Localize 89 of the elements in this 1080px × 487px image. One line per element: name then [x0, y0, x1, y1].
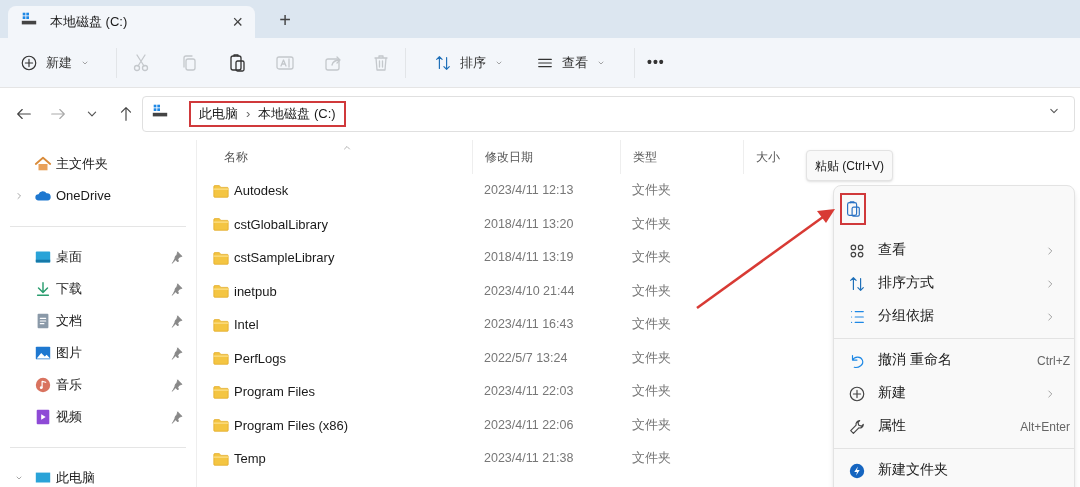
folder-icon [212, 349, 230, 368]
menu-item[interactable]: 排序方式 [834, 267, 1074, 300]
date-cell-text: 2023/4/11 12:13 [483, 182, 575, 200]
menu-label: 排序方式 [878, 274, 935, 293]
type-cell-text: 文件夹 [631, 349, 672, 367]
type-cell-text: 文件夹 [631, 450, 672, 468]
type-cell-text: 文件夹 [631, 383, 672, 401]
tooltip: 粘贴 (Ctrl+V) [806, 150, 893, 181]
date-cell-text: 2023/4/11 22:03 [483, 383, 575, 401]
date-cell-text: 2023/4/11 21:38 [483, 450, 575, 468]
menu-label: 撤消 重命名 [878, 351, 953, 370]
sidebar-item[interactable]: 主文件夹 [56, 154, 184, 174]
new-button[interactable]: 新建 [12, 45, 98, 80]
type-cell-text: 文件夹 [631, 316, 672, 334]
file-name[interactable]: Program Files (x86) [234, 415, 349, 435]
menu-label: 查看 [878, 241, 907, 260]
column-header[interactable]: 大小 [756, 148, 780, 166]
music-icon [34, 376, 52, 394]
menu-item[interactable]: 分组依据 [834, 300, 1074, 333]
paste-button[interactable] [840, 193, 866, 225]
new-tab-button[interactable]: + [271, 6, 299, 34]
file-name[interactable]: cstGlobalLibrary [234, 214, 328, 234]
download-icon [34, 280, 52, 298]
sidebar-item[interactable]: 下载 [56, 279, 170, 299]
sidebar-item[interactable]: 桌面 [56, 247, 170, 267]
sidebar-item[interactable]: 此电脑 [56, 468, 184, 487]
menu-label: 新建文件夹 [878, 461, 949, 480]
sort-button[interactable]: 排序 [426, 45, 512, 80]
breadcrumb[interactable]: 本地磁盘 (C:) [258, 104, 336, 124]
type-cell-text: 文件夹 [631, 215, 672, 233]
sidebar-item[interactable]: OneDrive [56, 186, 184, 206]
folder-icon [212, 215, 230, 234]
window-tab[interactable]: 本地磁盘 (C:) × [8, 6, 255, 38]
paste-icon [227, 52, 247, 73]
date-cell-text: 2023/4/10 21:44 [483, 282, 576, 300]
type-cell-text: 文件夹 [631, 416, 672, 434]
menu-item[interactable]: 新建文件夹 [834, 454, 1074, 487]
new-folder-icon [848, 461, 866, 480]
shortcut-text: Ctrl+Z [1037, 352, 1070, 370]
date-cell-text: 2023/4/11 16:43 [483, 316, 575, 334]
file-name[interactable]: Temp [234, 449, 266, 469]
column-header[interactable]: 名称 [224, 148, 248, 166]
menu-item[interactable]: 新建 [834, 377, 1074, 410]
type-cell-text: 文件夹 [631, 249, 672, 267]
date-cell-text: 2018/4/11 13:19 [483, 249, 575, 267]
sort-up-icon [342, 143, 352, 153]
address-bar[interactable]: 此电脑 › 本地磁盘 (C:) [142, 96, 1075, 132]
folder-icon [212, 416, 230, 435]
menu-label: 分组依据 [878, 307, 935, 326]
date-cell-text: 2018/4/11 13:20 [483, 215, 575, 233]
more-button[interactable]: ••• [635, 45, 677, 80]
tab-title: 本地磁盘 (C:) [50, 13, 129, 32]
wrench-icon [848, 417, 866, 436]
file-name[interactable]: cstSampleLibrary [234, 248, 335, 268]
sort-icon [848, 274, 866, 293]
shortcut-text: Alt+Enter [1020, 418, 1070, 436]
breadcrumb[interactable]: 此电脑 [199, 104, 238, 124]
sidebar-item[interactable]: 音乐 [56, 375, 170, 395]
folder-icon [212, 282, 230, 301]
video-icon [34, 408, 52, 426]
paste-icon [844, 200, 862, 218]
sidebar-item[interactable]: 文档 [56, 311, 170, 331]
menu-item[interactable]: 查看 [834, 234, 1074, 267]
sort-icon [434, 53, 452, 72]
sidebar-item[interactable]: 视频 [56, 407, 170, 427]
view-button[interactable]: 查看 [528, 45, 614, 80]
file-name[interactable]: Intel [234, 315, 259, 335]
date-cell-text: 2022/5/7 13:24 [483, 349, 569, 367]
sidebar-item[interactable]: 图片 [56, 343, 170, 363]
file-name[interactable]: inetpub [234, 281, 277, 301]
file-name[interactable]: Program Files [234, 382, 315, 402]
menu-label: 属性 [878, 417, 907, 436]
menu-item[interactable]: 撤消 重命名 Ctrl+Z [834, 344, 1074, 377]
column-header[interactable]: 修改日期 [485, 148, 533, 166]
add-icon [848, 384, 866, 403]
close-tab-button[interactable]: × [232, 13, 243, 31]
type-cell-text: 文件夹 [631, 182, 672, 200]
file-name[interactable]: Autodesk [234, 181, 289, 201]
menu-label: 新建 [878, 384, 907, 403]
menu-item[interactable]: 属性 Alt+Enter [834, 410, 1074, 443]
file-name[interactable]: PerfLogs [234, 348, 287, 368]
add-icon [20, 53, 38, 72]
breadcrumb-separator: › [246, 105, 251, 124]
cut-icon [131, 52, 151, 73]
picture-icon [34, 344, 52, 362]
column-header[interactable]: 类型 [633, 148, 657, 166]
home-icon [34, 155, 52, 173]
date-cell-text: 2023/4/11 22:06 [483, 416, 575, 434]
type-cell-text: 文件夹 [631, 282, 672, 300]
